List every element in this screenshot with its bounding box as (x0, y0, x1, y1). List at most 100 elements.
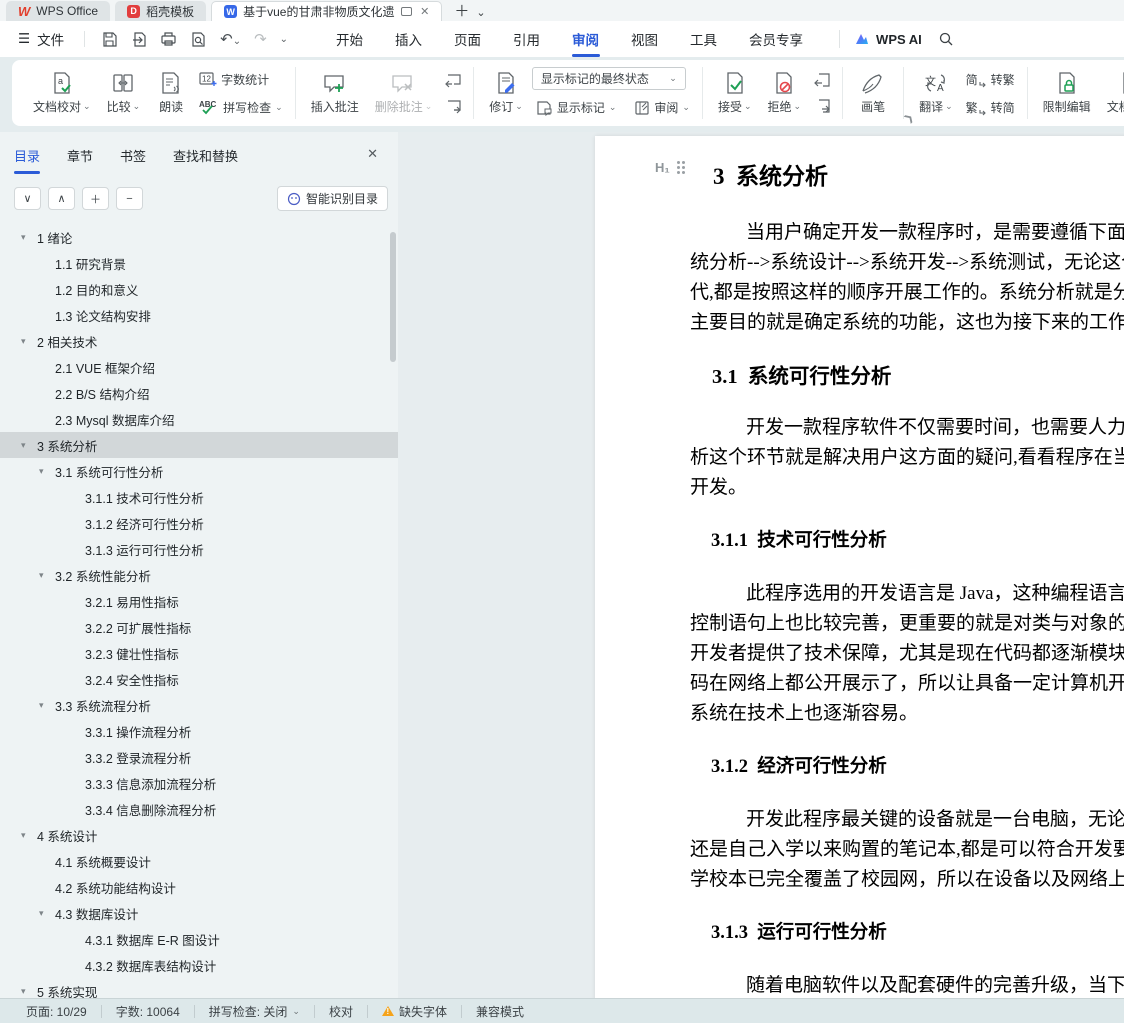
save-button[interactable] (101, 31, 118, 48)
spellcheck-toggle[interactable]: 拼写检查: 关闭 ⌄ (195, 1003, 314, 1020)
outline-item[interactable]: 3.3.1 操作流程分析 (0, 718, 398, 744)
doc-proof-button[interactable]: a 文档校对 ⌄ (26, 69, 98, 117)
print-button[interactable] (160, 31, 177, 47)
markup-state-select[interactable]: 显示标记的最终状态 ⌄ (531, 66, 686, 90)
outline-item[interactable]: 3.2.2 可扩展性指标 (0, 614, 398, 640)
new-tab-button[interactable]: ＋ (447, 0, 476, 21)
delete-comment-button[interactable]: 删除批注 ⌄ (368, 69, 440, 117)
outline-item[interactable]: ▾ 4 系统设计 (0, 822, 398, 848)
outline-item[interactable]: 3.3.2 登录流程分析 (0, 744, 398, 770)
collapse-arrow-icon[interactable]: ▾ (21, 986, 37, 997)
pane-tab-chapters[interactable]: 章节 (67, 146, 93, 174)
show-markup-button[interactable]: 显示标记 ⌄ (532, 96, 621, 120)
outline-zoom-in-button[interactable]: ＋ (82, 187, 109, 210)
outline-expand-all-button[interactable]: ∨ (14, 187, 41, 210)
outline-item[interactable]: 2.3 Mysql 数据库介绍 (0, 406, 398, 432)
outline-item[interactable]: ▾ 3 系统分析 (0, 432, 398, 458)
restrict-editing-button[interactable]: 限制编辑 (1036, 69, 1098, 117)
outline-item[interactable]: 1.2 目的和意义 (0, 276, 398, 302)
pane-tab-contents[interactable]: 目录 (14, 146, 41, 174)
simplified-to-traditional-button[interactable]: 简 转繁 (962, 67, 1019, 91)
read-aloud-button[interactable]: 朗读 (149, 69, 193, 117)
outline-item[interactable]: ▾ 4.3 数据库设计 (0, 900, 398, 926)
document-page[interactable]: 3 系统分析当用户确定开发一款程序时，是需要遵循下面的顺序进统分析-->系统设计… (595, 136, 1124, 998)
outline-item[interactable]: 4.1 系统概要设计 (0, 848, 398, 874)
outline-item[interactable]: 3.2.4 安全性指标 (0, 666, 398, 692)
outline-item[interactable]: 1.1 研究背景 (0, 250, 398, 276)
reject-change-button[interactable]: 拒绝 ⌄ (761, 69, 809, 117)
menu-reference[interactable]: 引用 (497, 21, 556, 57)
page-indicator[interactable]: 页面: 10/29 (12, 1003, 101, 1020)
collapse-arrow-icon[interactable]: ▾ (21, 830, 37, 841)
outline-item[interactable]: 2.1 VUE 框架介绍 (0, 354, 398, 380)
detach-window-icon[interactable] (401, 7, 413, 16)
outline-item[interactable]: 1.3 论文结构安排 (0, 302, 398, 328)
outline-item[interactable]: ▾ 1 绪论 (0, 224, 398, 250)
tab-docer-templates[interactable]: D 稻壳模板 (115, 1, 207, 21)
heading-level-badge[interactable]: H₁ (655, 160, 685, 175)
menu-member[interactable]: 会员专享 (733, 21, 819, 57)
sidebar-scrollbar[interactable] (390, 232, 396, 362)
tab-list-dropdown-icon[interactable]: ⌄ (476, 6, 489, 21)
export-pdf-button[interactable] (131, 31, 147, 48)
redo-button[interactable]: ↷ (254, 30, 267, 48)
compare-button[interactable]: 比较 ⌄ (100, 69, 148, 117)
collapse-arrow-icon[interactable]: ▾ (21, 336, 37, 347)
close-tab-icon[interactable]: ✕ (418, 5, 429, 18)
outline-collapse-all-button[interactable]: ∧ (48, 187, 75, 210)
outline-item[interactable]: ▾ 5 系统实现 (0, 978, 398, 999)
outline-zoom-out-button[interactable]: − (116, 187, 143, 210)
collapse-arrow-icon[interactable]: ▾ (21, 232, 37, 243)
track-changes-button[interactable]: 修订 ⌄ (482, 69, 530, 117)
outline-item[interactable]: 3.3.4 信息删除流程分析 (0, 796, 398, 822)
drag-handle-icon[interactable] (676, 161, 685, 174)
outline-item[interactable]: ▾ 3.1 系统可行性分析 (0, 458, 398, 484)
prev-comment-button[interactable] (441, 69, 465, 91)
file-menu[interactable]: ☰ 文件 (0, 29, 78, 49)
proofread-button[interactable]: 校对 (315, 1003, 367, 1020)
encrypt-document-button[interactable]: 文档加密 (1100, 69, 1124, 117)
print-preview-button[interactable] (190, 31, 207, 48)
collapse-arrow-icon[interactable]: ▾ (39, 700, 55, 711)
outline-item[interactable]: 3.1.1 技术可行性分析 (0, 484, 398, 510)
collapse-arrow-icon[interactable]: ▾ (21, 440, 37, 451)
smart-detect-toc-button[interactable]: 智能识别目录 (276, 186, 388, 211)
outline-item[interactable]: 3.1.3 运行可行性分析 (0, 536, 398, 562)
undo-button[interactable]: ↶⌄ (220, 30, 241, 48)
tab-document[interactable]: W 基于vue的甘肃非物质文化遗产 ✕ (211, 1, 443, 21)
ink-pen-button[interactable]: 画笔 (851, 69, 895, 117)
traditional-to-simplified-button[interactable]: 繁 转简 (962, 95, 1019, 119)
outline-item[interactable]: 3.3.3 信息添加流程分析 (0, 770, 398, 796)
pane-tab-find-replace[interactable]: 查找和替换 (173, 146, 238, 174)
outline-item[interactable]: 4.3.1 数据库 E-R 图设计 (0, 926, 398, 952)
outline-item[interactable]: 3.2.3 健壮性指标 (0, 640, 398, 666)
outline-item[interactable]: 4.2 系统功能结构设计 (0, 874, 398, 900)
translate-button[interactable]: 文A 翻译 ⌄ (912, 69, 960, 117)
next-change-button[interactable] (810, 95, 834, 117)
toolbar-more-icon[interactable]: ⌄ (280, 34, 288, 45)
menu-view[interactable]: 视图 (615, 21, 674, 57)
outline-item[interactable]: 3.2.1 易用性指标 (0, 588, 398, 614)
insert-comment-button[interactable]: 插入批注 (304, 69, 366, 117)
outline-item[interactable]: 3.1.2 经济可行性分析 (0, 510, 398, 536)
missing-font-warning[interactable]: 缺失字体 (368, 1003, 461, 1020)
review-pane-button[interactable]: 审阅 ⌄ (630, 96, 694, 120)
pane-tab-bookmarks[interactable]: 书签 (120, 146, 146, 174)
collapse-arrow-icon[interactable]: ▾ (39, 466, 55, 477)
accept-change-button[interactable]: 接受 ⌄ (711, 69, 759, 117)
compat-mode-indicator[interactable]: 兼容模式 (462, 1003, 538, 1020)
outline-item[interactable]: ▾ 3.3 系统流程分析 (0, 692, 398, 718)
menu-insert[interactable]: 插入 (379, 21, 438, 57)
menu-page[interactable]: 页面 (438, 21, 497, 57)
menu-home[interactable]: 开始 (320, 21, 379, 57)
outline-item[interactable]: ▾ 3.2 系统性能分析 (0, 562, 398, 588)
wps-ai-button[interactable]: WPS AI (854, 32, 922, 47)
prev-change-button[interactable] (810, 69, 834, 91)
spell-check-button[interactable]: ABC 拼写检查 ⌄ (195, 95, 287, 119)
menu-tools[interactable]: 工具 (674, 21, 733, 57)
outline-item[interactable]: 4.3.2 数据库表结构设计 (0, 952, 398, 978)
collapse-arrow-icon[interactable]: ▾ (39, 570, 55, 581)
close-pane-icon[interactable]: ✕ (367, 146, 378, 162)
word-count-button[interactable]: 12 字数统计 (195, 67, 287, 91)
outline-item[interactable]: ▾ 2 相关技术 (0, 328, 398, 354)
